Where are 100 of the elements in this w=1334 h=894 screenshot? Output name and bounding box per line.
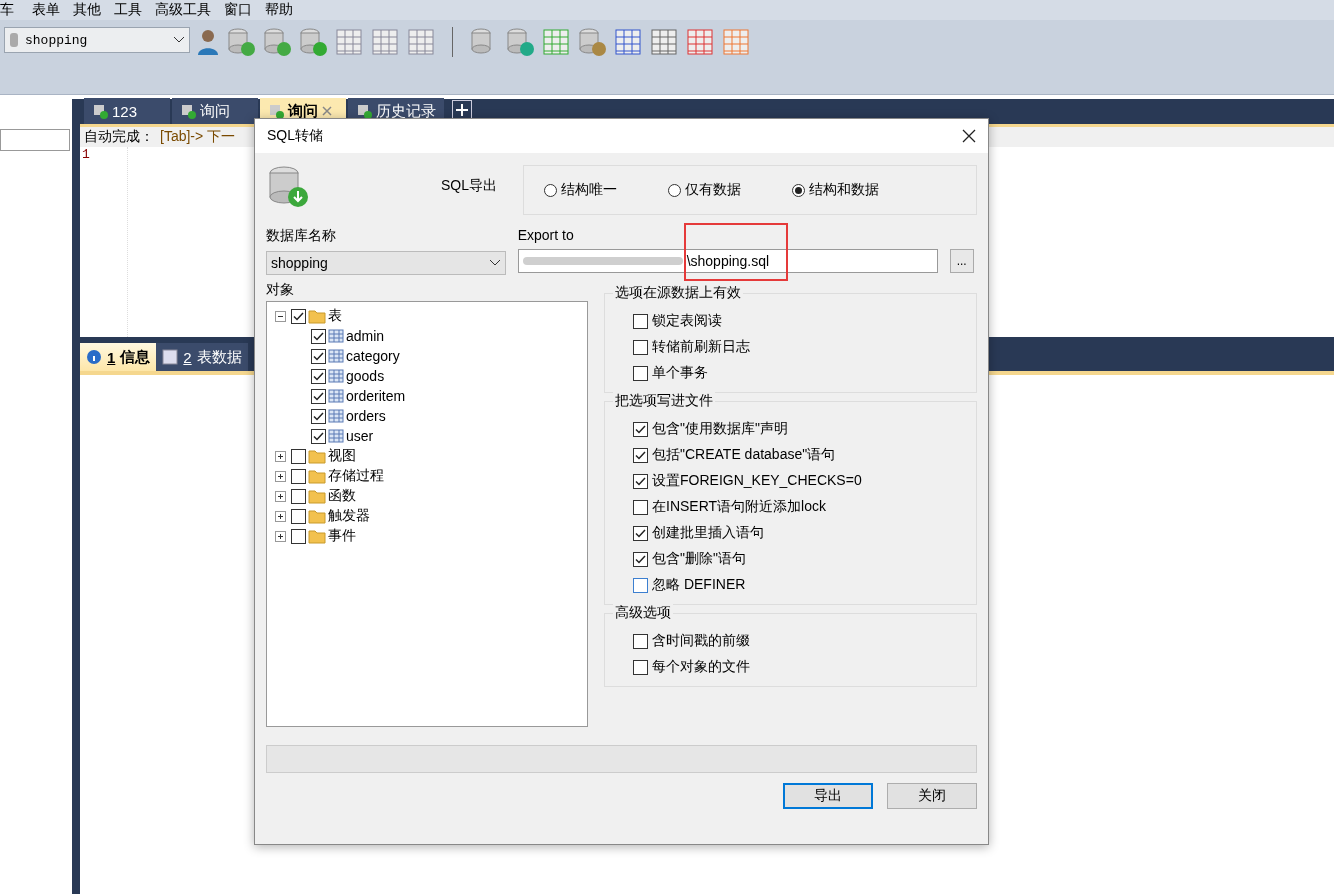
- grid-icon[interactable]: [613, 27, 643, 57]
- option-label[interactable]: 含时间戳的前缀: [652, 632, 750, 650]
- checkbox[interactable]: [633, 447, 648, 463]
- table-icon: [328, 429, 344, 443]
- tree-item-label[interactable]: admin: [346, 328, 385, 344]
- expand-icon[interactable]: [275, 470, 286, 482]
- radio-label[interactable]: 结构和数据: [809, 181, 879, 199]
- checkbox[interactable]: [633, 473, 648, 489]
- grid-icon[interactable]: [685, 27, 715, 57]
- result-tab[interactable]: 1 信息: [80, 343, 157, 371]
- folder-icon: [308, 308, 326, 324]
- checkbox[interactable]: [311, 408, 326, 424]
- checkbox[interactable]: [633, 339, 648, 355]
- close-icon[interactable]: [962, 129, 976, 143]
- menu-item[interactable]: 工具: [114, 1, 155, 19]
- user-icon[interactable]: [196, 27, 220, 57]
- browse-button[interactable]: ...: [949, 249, 974, 273]
- info-icon: [86, 349, 102, 365]
- tree-item-label[interactable]: 事件: [328, 527, 356, 545]
- hint-text: [Tab]-> 下一: [160, 128, 236, 146]
- tree-item-label[interactable]: 表: [328, 307, 342, 325]
- checkbox[interactable]: [291, 508, 306, 524]
- hint-label: 自动完成：: [84, 128, 154, 146]
- field-label: Export to: [517, 227, 575, 243]
- checkbox[interactable]: [311, 328, 326, 344]
- menu-item[interactable]: 其他: [73, 1, 114, 19]
- option-label[interactable]: 包括"CREATE database"语句: [652, 446, 836, 464]
- option-label[interactable]: 包含"删除"语句: [652, 550, 746, 568]
- tree-item-label[interactable]: goods: [346, 368, 385, 384]
- table-icon: [162, 349, 179, 365]
- query-tab[interactable]: 123: [84, 98, 170, 124]
- table-icon: [328, 349, 344, 363]
- checkbox[interactable]: [633, 659, 648, 675]
- folder-icon: [308, 468, 326, 484]
- path-field[interactable]: \shopping.sql: [517, 249, 938, 273]
- checkbox[interactable]: [633, 313, 648, 329]
- checkbox[interactable]: [633, 365, 648, 381]
- database-select[interactable]: shopping: [4, 27, 190, 53]
- option-label[interactable]: 创建批里插入语句: [652, 524, 764, 542]
- checkbox[interactable]: [633, 499, 648, 515]
- tree-item-label[interactable]: 存储过程: [328, 467, 384, 485]
- radio-label[interactable]: 仅有数据: [685, 181, 741, 199]
- checkbox[interactable]: [633, 633, 648, 649]
- radio-button[interactable]: [544, 183, 557, 197]
- expand-icon[interactable]: [275, 530, 286, 542]
- checkbox[interactable]: [633, 551, 648, 567]
- option-label[interactable]: 设置FOREIGN_KEY_CHECKS=0: [652, 472, 862, 490]
- caret-icon: [488, 259, 501, 267]
- checkbox[interactable]: [633, 421, 648, 437]
- option-label[interactable]: 包含"使用数据库"声明: [652, 420, 788, 438]
- checkbox[interactable]: [291, 528, 306, 544]
- query-tab[interactable]: 询问: [172, 98, 258, 124]
- query-icon: [180, 103, 196, 119]
- folder-icon: [308, 448, 326, 464]
- checkbox[interactable]: [311, 348, 326, 364]
- dialog-button[interactable]: 导出: [783, 783, 873, 809]
- database-export-icon: [266, 165, 310, 209]
- tree-item-label[interactable]: 视图: [328, 447, 356, 465]
- database-select[interactable]: shopping: [266, 251, 506, 275]
- option-label[interactable]: 忽略 DEFINER: [652, 576, 746, 594]
- tree-item-label[interactable]: category: [346, 348, 400, 364]
- option-label[interactable]: 每个对象的文件: [652, 658, 750, 676]
- tree-item-label[interactable]: 函数: [328, 487, 356, 505]
- menu-item[interactable]: 表单: [32, 1, 73, 19]
- query-icon: [92, 103, 108, 119]
- grid-icon[interactable]: [649, 27, 679, 57]
- tree-item-label[interactable]: 触发器: [328, 507, 370, 525]
- expand-icon[interactable]: [275, 490, 286, 502]
- search-field[interactable]: [0, 129, 70, 151]
- checkbox[interactable]: [291, 308, 306, 324]
- checkbox[interactable]: [633, 525, 648, 541]
- radio-label[interactable]: 结构唯一: [561, 181, 617, 199]
- checkbox[interactable]: [291, 468, 306, 484]
- collapse-icon[interactable]: [275, 310, 286, 322]
- expand-icon[interactable]: [275, 450, 286, 462]
- dialog-button[interactable]: 关闭: [887, 783, 977, 809]
- menu-item[interactable]: 车: [0, 1, 32, 19]
- checkbox[interactable]: [633, 577, 648, 593]
- checkbox[interactable]: [291, 488, 306, 504]
- checkbox[interactable]: [311, 428, 326, 444]
- checkbox[interactable]: [311, 388, 326, 404]
- table-icon: [328, 409, 344, 423]
- tree-item-label[interactable]: orders: [346, 408, 386, 424]
- menu-item[interactable]: 高级工具: [155, 1, 224, 19]
- field-label: 对象: [266, 281, 295, 299]
- menu-item[interactable]: 窗口: [224, 1, 265, 19]
- expand-icon[interactable]: [275, 510, 286, 522]
- tree-item-label[interactable]: user: [346, 428, 374, 444]
- option-label[interactable]: 在INSERT语句附近添加lock: [652, 498, 826, 516]
- option-label[interactable]: 锁定表阅读: [652, 312, 722, 330]
- result-tab[interactable]: 2 表数据: [156, 343, 248, 371]
- radio-button[interactable]: [668, 183, 681, 197]
- option-label[interactable]: 单个事务: [652, 364, 708, 382]
- option-label[interactable]: 转储前刷新日志: [652, 338, 750, 356]
- menu-item[interactable]: 帮助: [265, 1, 306, 19]
- checkbox[interactable]: [291, 448, 306, 464]
- plus-icon: [456, 104, 468, 116]
- tree-item-label[interactable]: orderitem: [346, 388, 406, 404]
- checkbox[interactable]: [311, 368, 326, 384]
- radio-button[interactable]: [792, 183, 805, 197]
